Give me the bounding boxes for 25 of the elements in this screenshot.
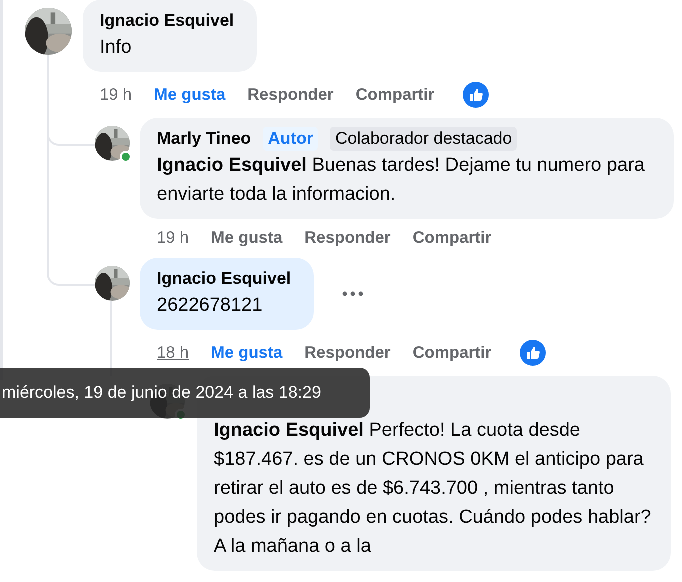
comment-text: 2622678121 [157,294,264,318]
like-link[interactable]: Me gusta [211,229,283,248]
contributor-label: Colaborador destacado [330,127,518,151]
comment-text: Info [100,36,133,60]
timestamp-link[interactable]: 18 h [157,344,190,362]
more-options-icon[interactable] [342,291,364,297]
share-link[interactable]: Compartir [356,86,435,104]
timestamp-link[interactable]: 19 h [157,229,190,248]
thumbs-up-icon[interactable] [462,82,489,108]
date-tooltip: miércoles, 19 de junio de 2024 a las 18:29 [0,368,370,418]
thumbs-up-icon[interactable] [520,340,546,366]
like-link[interactable]: Me gusta [211,344,283,362]
share-link[interactable]: Compartir [412,344,492,362]
timestamp-link[interactable]: 19 h [100,86,132,104]
reply-link[interactable]: Responder [304,229,391,248]
reply-link[interactable]: Responder [304,344,391,362]
comment-text: Ignacio Esquivel Perfecto! La cuota desde $187.467. es de un CRONOS 0KM el anticipo para retirar el auto es de $6.743.700 , mientras tanto podes ir pagando en cuotas. Cuándo podes hablar? A la mañana o a la [214,419,652,559]
share-link[interactable]: Compartir [412,229,492,248]
author-name[interactable]: Ignacio Esquivel [157,267,292,291]
author-name[interactable]: Ignacio Esquivel [100,9,234,33]
author-label: Autor [263,127,318,151]
comment-text: Ignacio Esquivel Buenas tardes! Dejame tu numero para enviarte toda la informacion. [157,154,646,207]
like-link[interactable]: Me gusta [154,86,226,104]
author-name[interactable]: Marly Tineo [157,127,252,151]
reply-link[interactable]: Responder [248,86,334,104]
